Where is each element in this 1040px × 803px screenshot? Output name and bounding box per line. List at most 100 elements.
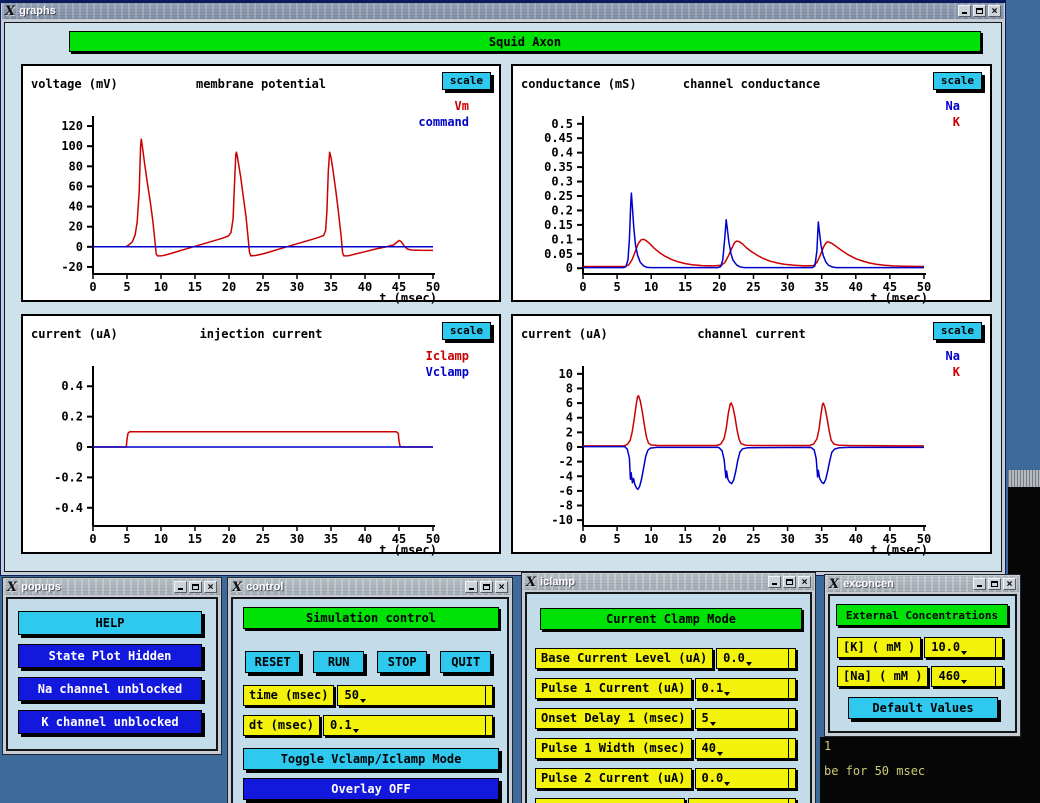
svg-text:2: 2 xyxy=(566,425,573,439)
svg-text:20: 20 xyxy=(69,220,83,234)
window-title: control xyxy=(246,581,461,593)
k-concentration-input[interactable]: 10.0 xyxy=(924,637,1003,658)
onset-delay-label: Onset Delay 1 (msec) xyxy=(535,708,692,729)
svg-text:0.4: 0.4 xyxy=(61,379,83,393)
terminal-titlebar-fragment[interactable] xyxy=(1008,470,1040,487)
current-clamp-banner: Current Clamp Mode xyxy=(540,608,802,630)
graphs-titlebar[interactable]: X graphs × xyxy=(2,3,1004,19)
svg-text:60: 60 xyxy=(69,179,83,193)
dt-field-row: dt (msec) 0.1 xyxy=(243,715,493,736)
pulse1-width-input[interactable]: 40 xyxy=(695,738,797,759)
exconcen-titlebar[interactable]: X exconcen × xyxy=(826,576,1019,592)
svg-text:15: 15 xyxy=(678,532,692,546)
svg-text:10: 10 xyxy=(154,532,168,546)
svg-text:0.2: 0.2 xyxy=(551,203,573,217)
close-button[interactable]: × xyxy=(495,581,508,593)
close-button[interactable]: × xyxy=(988,5,1001,17)
svg-text:0: 0 xyxy=(76,240,83,254)
pulse1-current-input[interactable]: 0.1 xyxy=(695,678,797,699)
svg-text:20: 20 xyxy=(712,532,726,546)
control-titlebar[interactable]: X control × xyxy=(229,579,511,595)
reset-button[interactable]: RESET xyxy=(245,651,300,673)
state-plot-button[interactable]: State Plot Hidden xyxy=(18,644,202,668)
svg-text:0.2: 0.2 xyxy=(61,410,83,424)
help-button[interactable]: HELP xyxy=(18,611,202,635)
legend-item: K xyxy=(946,114,960,130)
exconcen-window-body: External Concentrations [K] ( mM ) 10.0 … xyxy=(828,594,1017,733)
text-cursor-icon xyxy=(353,729,359,733)
scale-button[interactable]: scale xyxy=(442,322,491,340)
svg-text:0: 0 xyxy=(566,261,573,275)
time-field-row: time (msec) 50 xyxy=(243,685,493,706)
pulse2-current-input[interactable]: 0.0 xyxy=(695,768,797,789)
close-button[interactable]: × xyxy=(1003,578,1016,590)
na-concentration-input[interactable]: 460 xyxy=(931,666,1003,687)
minimize-button[interactable] xyxy=(958,5,971,17)
scale-button[interactable]: scale xyxy=(933,322,982,340)
x11-logo-icon: X xyxy=(526,576,536,589)
scale-button[interactable]: scale xyxy=(442,72,491,90)
svg-text:25: 25 xyxy=(256,280,270,294)
terminal-text-line: 1 xyxy=(824,739,831,753)
default-values-button[interactable]: Default Values xyxy=(848,697,998,719)
close-button[interactable]: × xyxy=(798,576,811,588)
minimize-button[interactable] xyxy=(973,578,986,590)
iclamp-titlebar[interactable]: X iclamp × xyxy=(523,574,814,590)
toggle-clamp-mode-button[interactable]: Toggle Vclamp/Iclamp Mode xyxy=(243,748,499,770)
popups-window: X popups × HELP State Plot Hidden Na cha… xyxy=(2,577,222,755)
svg-text:80: 80 xyxy=(69,159,83,173)
text-cursor-icon xyxy=(360,699,366,703)
svg-text:-20: -20 xyxy=(61,260,83,274)
svg-text:0.1: 0.1 xyxy=(551,232,573,246)
x11-logo-icon: X xyxy=(829,578,839,591)
minimize-button[interactable] xyxy=(768,576,781,588)
svg-text:5: 5 xyxy=(123,280,130,294)
time-field-input[interactable]: 50 xyxy=(337,685,493,706)
svg-text:0.5: 0.5 xyxy=(551,117,573,131)
channel-current-chart: 1086420-2-4-6-8-1005101520253035404550t … xyxy=(513,316,994,556)
maximize-button[interactable] xyxy=(480,581,493,593)
legend-item: Vclamp xyxy=(426,364,469,380)
x11-logo-icon: X xyxy=(232,581,242,594)
window-title: popups xyxy=(21,581,170,593)
base-current-label: Base Current Level (uA) xyxy=(535,648,713,669)
svg-text:6: 6 xyxy=(566,396,573,410)
close-button[interactable]: × xyxy=(204,581,217,593)
plot-panel-membrane-potential: voltage (mV) membrane potential scale Vm… xyxy=(21,64,501,302)
maximize-button[interactable] xyxy=(988,578,1001,590)
time-field-label: time (msec) xyxy=(243,685,334,706)
svg-text:0: 0 xyxy=(89,280,96,294)
stop-button[interactable]: STOP xyxy=(377,651,428,673)
quit-button[interactable]: QUIT xyxy=(440,651,491,673)
k-channel-button[interactable]: K channel unblocked xyxy=(18,710,202,734)
minimize-button[interactable] xyxy=(174,581,187,593)
na-channel-button[interactable]: Na channel unblocked xyxy=(18,677,202,701)
maximize-button[interactable] xyxy=(783,576,796,588)
run-button[interactable]: RUN xyxy=(313,651,364,673)
legend-item: Na xyxy=(946,98,960,114)
window-title: iclamp xyxy=(540,576,764,588)
svg-text:20: 20 xyxy=(712,280,726,294)
plot-legend: Na K xyxy=(946,98,960,130)
popups-titlebar[interactable]: X popups × xyxy=(4,579,220,595)
simulation-control-banner: Simulation control xyxy=(243,607,499,629)
text-cursor-icon xyxy=(724,692,730,696)
exconcen-window: X exconcen × External Concentrations [K]… xyxy=(824,574,1021,737)
maximize-button[interactable] xyxy=(189,581,202,593)
svg-text:15: 15 xyxy=(678,280,692,294)
dt-field-input[interactable]: 0.1 xyxy=(323,715,493,736)
onset-delay-input[interactable]: 5 xyxy=(695,708,797,729)
field-row-partial[interactable] xyxy=(535,798,796,803)
svg-text:0.15: 0.15 xyxy=(544,218,573,232)
onset-delay-field-row: Onset Delay 1 (msec) 5 xyxy=(535,708,796,729)
base-current-field-row: Base Current Level (uA) 0.0 xyxy=(535,648,796,669)
scale-button[interactable]: scale xyxy=(933,72,982,90)
minimize-button[interactable] xyxy=(465,581,478,593)
svg-text:0.45: 0.45 xyxy=(544,131,573,145)
graphs-window-body: Squid Axon voltage (mV) membrane potenti… xyxy=(4,22,1002,572)
pulse1-width-label: Pulse 1 Width (msec) xyxy=(535,738,692,759)
base-current-input[interactable]: 0.0 xyxy=(716,648,796,669)
svg-text:-0.2: -0.2 xyxy=(54,470,83,484)
overlay-button[interactable]: Overlay OFF xyxy=(243,778,499,800)
maximize-button[interactable] xyxy=(973,5,986,17)
